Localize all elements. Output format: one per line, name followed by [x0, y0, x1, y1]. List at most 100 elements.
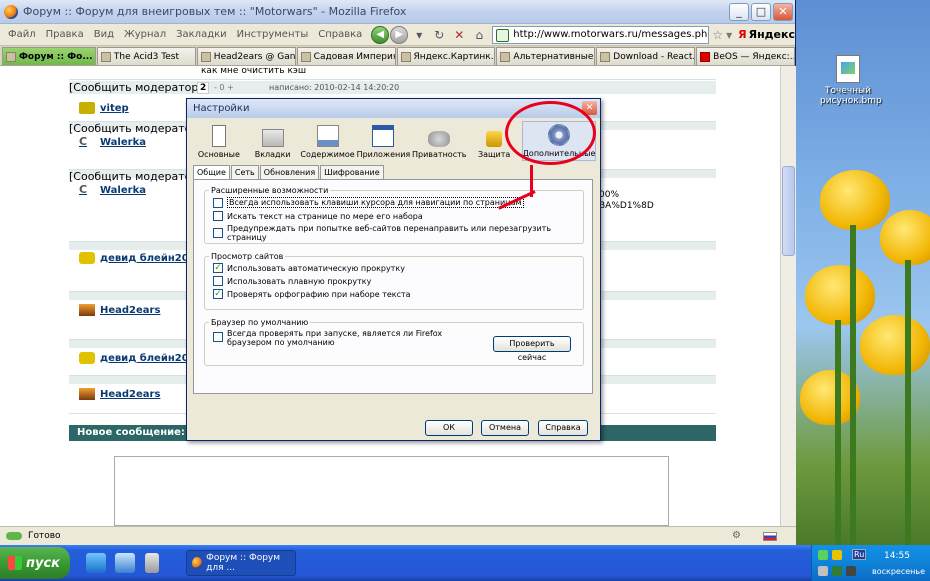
user-avatar-icon: [79, 352, 95, 364]
calculator-icon[interactable]: [145, 553, 159, 573]
option-check-default[interactable]: Всегда проверять при запуске, является л…: [213, 329, 483, 347]
subtab-updates[interactable]: Обновления: [259, 165, 320, 179]
user-avatar-icon: C: [79, 183, 88, 196]
close-button[interactable]: ✕: [773, 2, 793, 21]
pane-privacy[interactable]: Приватность: [412, 121, 466, 161]
pane-tabs[interactable]: Вкладки: [247, 121, 299, 161]
report-link[interactable]: [Сообщить модератору]: [69, 81, 209, 94]
dialog-title: Настройки: [193, 103, 250, 114]
clock-time[interactable]: 14:55: [884, 551, 910, 561]
menu-tools[interactable]: Инструменты: [232, 29, 314, 40]
ok-button[interactable]: ОК: [425, 420, 473, 436]
start-button[interactable]: пуск: [0, 547, 70, 579]
checkbox-icon[interactable]: [213, 276, 223, 286]
scrollbar-thumb[interactable]: [782, 166, 795, 256]
pane-content[interactable]: Содержимое: [300, 121, 355, 161]
tab-acid3[interactable]: The Acid3 Test: [96, 47, 196, 65]
subtab-network[interactable]: Сеть: [230, 165, 259, 179]
option-warn-redirect[interactable]: Предупреждать при попытке веб-сайтов пер…: [213, 224, 583, 242]
checkbox-icon[interactable]: [213, 211, 223, 221]
site-icon: [496, 28, 510, 42]
page-scrollbar[interactable]: [780, 66, 796, 526]
tab-download[interactable]: Download - React...: [596, 47, 696, 65]
desktop-icon-bitmap[interactable]: Точечный рисунок.bmp: [820, 55, 882, 106]
pane-main[interactable]: Основные: [193, 121, 245, 161]
tab-alternative[interactable]: Альтернативные...: [496, 47, 596, 65]
option-autoscroll[interactable]: ✓ Использовать автоматическую прокрутку: [213, 263, 583, 273]
tab-beos[interactable]: BeOS — Яндекс:...: [696, 47, 795, 65]
volume-icon[interactable]: [818, 566, 828, 576]
menu-history[interactable]: Журнал: [119, 29, 171, 40]
post-user[interactable]: Head2ears: [79, 388, 160, 400]
forward-arrow-icon[interactable]: ▶: [390, 25, 409, 44]
checkbox-checked-icon[interactable]: ✓: [213, 289, 223, 299]
tab-head2ears[interactable]: Head2ears @ Gan...: [196, 47, 296, 65]
option-smooth-scroll[interactable]: Использовать плавную прокрутку: [213, 276, 583, 286]
checkbox-icon[interactable]: [213, 332, 223, 342]
folder-icon: [261, 129, 284, 147]
language-indicator[interactable]: Ru: [852, 549, 867, 560]
antivirus-icon[interactable]: [832, 566, 842, 576]
option-find-as-you-type[interactable]: Искать текст на странице по мере его наб…: [213, 211, 583, 221]
address-bar[interactable]: http://www.motorwars.ru/messages.php?fid…: [492, 25, 710, 44]
show-desktop-icon[interactable]: [86, 553, 106, 573]
post-user[interactable]: vitep: [79, 102, 129, 114]
menu-bookmarks[interactable]: Закладки: [171, 29, 232, 40]
post-user[interactable]: девид блейн2009: [79, 252, 203, 264]
post-user[interactable]: C Walerka: [79, 184, 146, 196]
tab-forum[interactable]: Форум :: Фо... ✕: [2, 47, 96, 65]
checkbox-checked-icon[interactable]: ✓: [213, 263, 223, 273]
taskbar-item-firefox[interactable]: Форум :: Форум для ...: [186, 550, 296, 576]
group-legend: Браузер по умолчанию: [211, 318, 309, 327]
nav-buttons: ◀ ▶ ▾ ↻ ✕ ⌂: [371, 25, 488, 44]
post-user[interactable]: Head2ears: [79, 304, 160, 316]
maximize-button[interactable]: □: [751, 2, 771, 21]
bookmark-star-icon[interactable]: ☆: [712, 28, 723, 42]
help-button[interactable]: Справка: [538, 420, 588, 436]
windows-flag-icon: [8, 556, 22, 570]
option-caret-browsing[interactable]: Всегда использовать клавиши курсора для …: [213, 197, 583, 208]
yandex-logo-icon: Я: [738, 28, 747, 41]
explorer-icon[interactable]: [115, 553, 135, 573]
tab-favicon: [600, 51, 611, 62]
tab-label: The Acid3 Test: [113, 51, 179, 62]
checkbox-icon[interactable]: [213, 228, 223, 238]
post-user[interactable]: девид блейн2009: [79, 352, 203, 364]
window-titlebar[interactable]: Форум :: Форум для внеигровых тем :: "Mo…: [0, 0, 795, 24]
menu-edit[interactable]: Правка: [41, 29, 89, 40]
taskbar: пуск Форум :: Форум для ... Ru 14:55 вос…: [0, 545, 930, 581]
post-user[interactable]: C Walerka: [79, 136, 146, 148]
check-now-button[interactable]: Проверить сейчас: [493, 336, 571, 362]
shield-icon[interactable]: [832, 550, 842, 560]
cancel-button[interactable]: Отмена: [481, 420, 529, 436]
minimize-button[interactable]: _: [729, 2, 749, 21]
option-spellcheck[interactable]: ✓ Проверять орфографию при наборе текста: [213, 289, 583, 299]
device-icon[interactable]: [846, 566, 856, 576]
post-rating[interactable]: - 0 +: [214, 83, 234, 92]
back-arrow-icon[interactable]: ◀: [371, 25, 390, 44]
reload-icon[interactable]: ↻: [430, 26, 448, 44]
dropdown-icon[interactable]: ▾: [410, 26, 428, 44]
tab-garden[interactable]: Садовая Империя: [296, 47, 396, 65]
subtab-encryption[interactable]: Шифрование: [320, 165, 384, 179]
addon-icon[interactable]: ⚙: [732, 530, 741, 541]
home-icon[interactable]: ⌂: [470, 26, 488, 44]
menu-help[interactable]: Справка: [313, 29, 367, 40]
checkbox-icon[interactable]: [213, 197, 223, 208]
post-meta-bar: 2 - 0 + написано: 2010-02-14 14:20:20 [С…: [69, 81, 716, 94]
pane-applications[interactable]: Приложения: [357, 121, 410, 161]
tab-yandex-images[interactable]: Яндекс.Картинк...: [396, 47, 496, 65]
stop-icon[interactable]: ✕: [450, 26, 468, 44]
network-icon[interactable]: [818, 550, 828, 560]
menubar: Файл Правка Вид Журнал Закладки Инструме…: [3, 29, 367, 40]
tab-favicon: [200, 51, 211, 62]
menu-file[interactable]: Файл: [3, 29, 41, 40]
window-icon: [372, 125, 395, 147]
user-avatar-icon: [79, 102, 95, 114]
tab-label: Альтернативные...: [513, 51, 596, 62]
new-message-textarea[interactable]: [114, 456, 669, 526]
subtab-general[interactable]: Общие: [193, 165, 230, 180]
search-engine[interactable]: Я Яндекс: [738, 28, 795, 41]
menu-view[interactable]: Вид: [89, 29, 119, 40]
dropdown-icon[interactable]: ▾: [726, 28, 732, 42]
